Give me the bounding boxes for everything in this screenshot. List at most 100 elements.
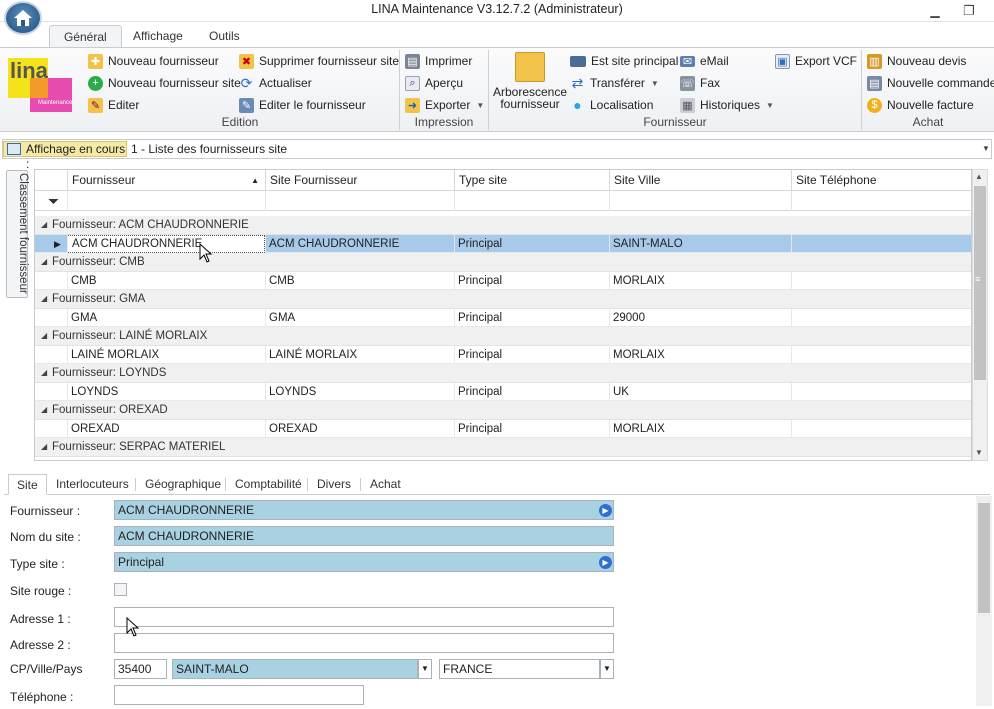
table-cell[interactable]: OREXAD — [265, 420, 454, 438]
table-cell[interactable]: ACM CHAUDRONNERIE — [265, 235, 454, 253]
table-cell[interactable]: LOYNDS — [265, 383, 454, 401]
table-cell[interactable]: MORLAIX — [609, 272, 791, 290]
table-cell[interactable]: UK — [609, 383, 791, 401]
table-cell[interactable]: GMA — [265, 309, 454, 327]
table-cell[interactable] — [791, 309, 971, 327]
table-cell[interactable]: Principal — [454, 272, 609, 290]
group-row[interactable]: ◢ Fournisseur: GMA — [35, 290, 971, 309]
minimize-button[interactable]: ▁ — [924, 3, 946, 19]
exporter-button[interactable]: ➜ Exporter ▼ — [405, 95, 484, 115]
nouveau-fournisseur-site-button[interactable]: + Nouveau fournisseur site — [88, 73, 241, 93]
type-site-field[interactable]: Principal — [114, 552, 614, 572]
adresse1-field[interactable] — [114, 607, 614, 627]
table-cell[interactable]: Principal — [454, 383, 609, 401]
table-row[interactable]: CMB CMB Principal MORLAIX — [35, 271, 971, 290]
ville-dropdown-button[interactable]: ▼ — [418, 659, 432, 679]
detail-tab-achat[interactable]: Achat — [362, 474, 409, 495]
table-cell[interactable]: Principal — [454, 346, 609, 364]
editer-le-fournisseur-button[interactable]: ✎ Editer le fournisseur — [239, 95, 366, 115]
localisation-button[interactable]: ● Localisation — [570, 95, 653, 115]
pays-field[interactable]: FRANCE — [439, 659, 600, 679]
collapse-icon[interactable]: ◢ — [41, 290, 47, 308]
detail-tab-site[interactable]: Site — [8, 474, 47, 495]
export-vcf-button[interactable]: ▣ Export VCF — [775, 51, 857, 71]
table-cell[interactable]: SAINT-MALO — [609, 235, 791, 253]
table-cell[interactable]: Principal — [454, 309, 609, 327]
filter-cell[interactable] — [265, 191, 454, 211]
table-cell[interactable] — [791, 235, 971, 253]
table-cell[interactable]: GMA — [67, 309, 265, 327]
nom-site-field[interactable]: ACM CHAUDRONNERIE — [114, 526, 614, 546]
scroll-down-icon[interactable]: ▼ — [975, 448, 983, 457]
group-row[interactable]: ◢ Fournisseur: ACM CHAUDRONNERIE — [35, 216, 971, 235]
filter-cell[interactable] — [67, 191, 265, 211]
table-cell[interactable] — [791, 420, 971, 438]
scroll-up-icon[interactable]: ▲ — [975, 172, 983, 181]
table-cell[interactable]: 29000 — [609, 309, 791, 327]
tab-general[interactable]: Général — [49, 25, 122, 48]
filter-icon[interactable]: ⏷ — [48, 193, 59, 210]
table-cell[interactable]: ACM CHAUDRONNERIE — [67, 234, 265, 253]
grid-scrollbar[interactable]: ▲ ≡ ▼ — [972, 169, 988, 461]
table-row[interactable]: LAINÉ MORLAIX LAINÉ MORLAIX Principal MORLA… — [35, 345, 971, 364]
table-cell[interactable]: LOYNDS — [67, 383, 265, 401]
table-cell[interactable]: OREXAD — [67, 420, 265, 438]
group-row[interactable]: ◢ Fournisseur: LOYNDS — [35, 364, 971, 383]
tab-affichage[interactable]: Affichage — [119, 25, 197, 48]
nouveau-fournisseur-button[interactable]: ✚ Nouveau fournisseur — [88, 51, 219, 71]
table-cell[interactable] — [791, 272, 971, 290]
column-header-site-telephone[interactable]: Site Téléphone — [791, 170, 971, 191]
adresse2-field[interactable] — [114, 633, 614, 653]
group-row[interactable]: ◢ Fournisseur: SERPAC MATERIEL — [35, 438, 971, 457]
imprimer-button[interactable]: ▤ Imprimer — [405, 51, 472, 71]
table-cell[interactable]: MORLAIX — [609, 346, 791, 364]
filter-cell[interactable] — [454, 191, 609, 211]
table-cell[interactable]: Principal — [454, 235, 609, 253]
fax-button[interactable]: ☏ Fax — [680, 73, 720, 93]
filter-cell[interactable] — [791, 191, 971, 211]
table-cell[interactable]: CMB — [265, 272, 454, 290]
pays-dropdown-button[interactable]: ▼ — [600, 659, 614, 679]
group-row[interactable]: ◢ Fournisseur: LAINÉ MORLAIX — [35, 327, 971, 346]
nouvelle-commande-button[interactable]: ▤ Nouvelle commande — [867, 73, 994, 93]
collapse-icon[interactable]: ◢ — [41, 401, 47, 419]
transferer-button[interactable]: ⇄ Transférer ▼ — [570, 73, 659, 93]
est-site-principal-button[interactable]: Est site principal — [570, 51, 678, 71]
detail-tab-comptabilit[interactable]: Comptabilité — [227, 474, 310, 495]
table-cell[interactable] — [791, 346, 971, 364]
lookup-icon[interactable]: ▶ — [599, 556, 612, 569]
tab-outils[interactable]: Outils — [195, 25, 254, 48]
supprimer-fournisseur-site-button[interactable]: ✖ Supprimer fournisseur site — [239, 51, 399, 71]
apercu-button[interactable]: ⌕ Aperçu — [405, 73, 463, 93]
app-menu-button[interactable] — [4, 1, 42, 35]
form-scroll-thumb[interactable] — [978, 503, 990, 613]
email-button[interactable]: ✉ eMail — [680, 51, 729, 71]
group-row[interactable]: ◢ Fournisseur: OREXAD — [35, 401, 971, 420]
actualiser-button[interactable]: ⟳ Actualiser — [239, 73, 312, 93]
column-header-site-ville[interactable]: Site Ville — [609, 170, 791, 191]
detail-tab-divers[interactable]: Divers — [309, 474, 359, 495]
column-header-type-site[interactable]: Type site — [454, 170, 609, 191]
table-row[interactable]: LOYNDS LOYNDS Principal UK — [35, 382, 971, 401]
collapse-icon[interactable]: ◢ — [41, 438, 47, 456]
collapse-icon[interactable]: ◢ — [41, 216, 47, 234]
editer-button[interactable]: ✎ Editer — [88, 95, 139, 115]
lookup-icon[interactable]: ▶ — [599, 504, 612, 517]
table-row[interactable]: OREXAD OREXAD Principal MORLAIX — [35, 419, 971, 438]
collapse-icon[interactable]: ◢ — [41, 364, 47, 382]
cp-field[interactable]: 35400 — [114, 659, 167, 679]
group-row[interactable]: ◢ Fournisseur: CMB — [35, 253, 971, 272]
table-cell[interactable]: MORLAIX — [609, 420, 791, 438]
ville-field[interactable]: SAINT-MALO — [172, 659, 418, 679]
table-cell[interactable]: LAINÉ MORLAIX — [67, 346, 265, 364]
collapse-icon[interactable]: ◢ — [41, 253, 47, 271]
detail-tab-gographique[interactable]: Géographique — [137, 474, 229, 495]
telephone-field[interactable] — [114, 685, 364, 705]
nouveau-devis-button[interactable]: ▥ Nouveau devis — [867, 51, 966, 71]
arborescence-fournisseur-button[interactable]: Arborescence fournisseur — [492, 50, 568, 114]
restore-button[interactable]: ❐ — [958, 3, 980, 19]
column-header-fournisseur[interactable]: Fournisseur ▲ — [67, 170, 265, 191]
table-cell[interactable]: CMB — [67, 272, 265, 290]
filter-cell[interactable] — [609, 191, 791, 211]
affichage-select[interactable]: 1 - Liste des fournisseurs site — [130, 141, 982, 157]
